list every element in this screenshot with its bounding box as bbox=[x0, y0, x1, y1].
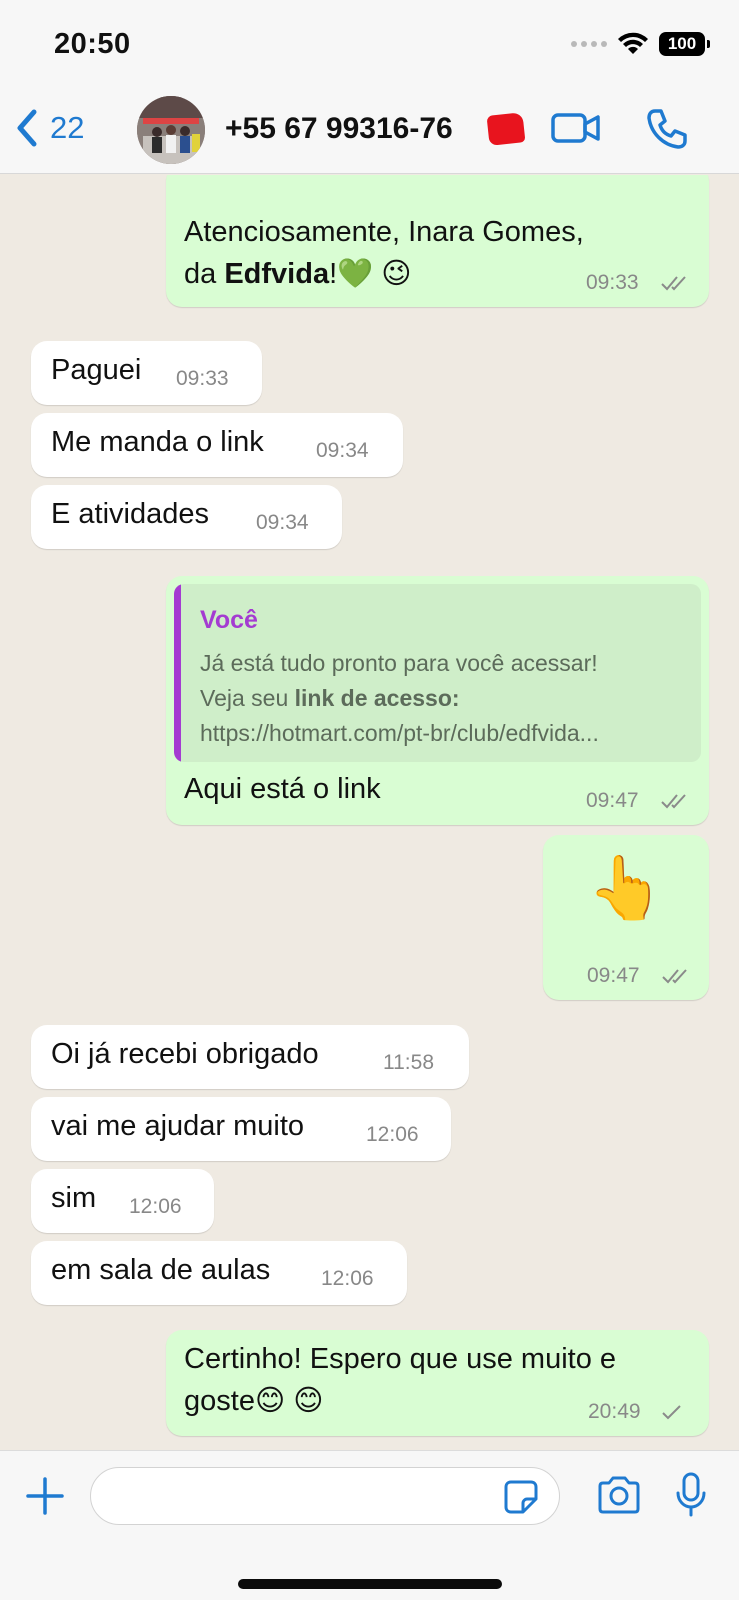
message-outgoing-emoji[interactable]: 👆 09:47 bbox=[543, 835, 709, 1000]
message-incoming[interactable]: em sala de aulas 12:06 bbox=[31, 1241, 407, 1305]
quote-line: Já está tudo pronto para você acessar! bbox=[200, 650, 598, 676]
message-input[interactable] bbox=[90, 1467, 560, 1525]
battery-indicator: 100 bbox=[659, 32, 710, 56]
double-check-icon bbox=[661, 794, 686, 809]
message-text: vai me ajudar muito bbox=[51, 1110, 305, 1142]
message-outgoing[interactable]: Atenciosamente, Inara Gomes, da Edfvida!… bbox=[166, 175, 709, 307]
home-indicator[interactable] bbox=[238, 1579, 502, 1589]
message-time: 09:47 bbox=[586, 789, 639, 812]
message-incoming[interactable]: E atividades 09:34 bbox=[31, 485, 342, 549]
quoted-message[interactable]: Você Já está tudo pronto para você acess… bbox=[174, 584, 701, 762]
message-text: Oi já recebi obrigado bbox=[51, 1038, 319, 1070]
back-button[interactable]: 22 bbox=[14, 108, 84, 148]
back-chevron-icon bbox=[17, 109, 37, 147]
chat-header: 22 +55 67 99316-76 bbox=[0, 90, 739, 174]
chat-area[interactable]: Atenciosamente, Inara Gomes, da Edfvida!… bbox=[0, 175, 739, 1450]
wifi-icon bbox=[618, 32, 648, 54]
message-text: Atenciosamente, Inara Gomes, da Edfvida!… bbox=[184, 211, 584, 295]
double-check-icon bbox=[661, 276, 686, 291]
status-bar: 20:50 100 bbox=[0, 0, 739, 90]
message-incoming[interactable]: Me manda o link 09:34 bbox=[31, 413, 403, 477]
video-call-icon[interactable] bbox=[550, 110, 602, 146]
brand-name: Edfvida bbox=[224, 258, 330, 290]
plus-icon[interactable] bbox=[24, 1475, 66, 1517]
message-text: Me manda o link bbox=[51, 426, 264, 458]
double-check-icon bbox=[662, 969, 687, 984]
camera-icon[interactable] bbox=[596, 1475, 642, 1515]
composer-bar bbox=[0, 1450, 739, 1600]
status-time: 20:50 bbox=[54, 28, 131, 60]
quote-link: https://hotmart.com/pt-br/club/edfvida..… bbox=[200, 720, 599, 746]
message-text-line: da Edfvida!💚 😉 bbox=[184, 258, 412, 290]
microphone-icon[interactable] bbox=[674, 1471, 708, 1519]
message-time: 20:49 bbox=[588, 1400, 641, 1423]
message-time: 09:33 bbox=[176, 367, 229, 390]
message-text: Certinho! Espero que use muito e goste😊 … bbox=[184, 1343, 617, 1417]
message-time: 09:33 bbox=[586, 271, 639, 294]
contact-name[interactable]: +55 67 99316-76 bbox=[225, 112, 453, 146]
message-time: 11:58 bbox=[383, 1051, 434, 1074]
message-outgoing[interactable]: Certinho! Espero que use muito e goste😊 … bbox=[166, 1330, 709, 1436]
quote-line: Veja seu link de acesso: bbox=[200, 685, 460, 711]
sticker-icon[interactable] bbox=[503, 1479, 539, 1515]
unread-count: 22 bbox=[50, 110, 85, 145]
quote-author: Você bbox=[200, 606, 258, 634]
quote-accent-bar bbox=[174, 584, 181, 762]
message-time: 12:06 bbox=[321, 1267, 374, 1290]
message-time: 12:06 bbox=[366, 1123, 419, 1146]
avatar[interactable] bbox=[137, 96, 205, 164]
message-text: sim bbox=[51, 1182, 97, 1214]
message-text: Aqui está o link bbox=[184, 773, 381, 805]
message-incoming[interactable]: Oi já recebi obrigado 11:58 bbox=[31, 1025, 469, 1089]
message-text: em sala de aulas bbox=[51, 1254, 271, 1286]
message-incoming[interactable]: sim 12:06 bbox=[31, 1169, 214, 1233]
message-text: Paguei bbox=[51, 354, 142, 386]
message-incoming[interactable]: vai me ajudar muito 12:06 bbox=[31, 1097, 451, 1161]
message-outgoing-reply[interactable]: Você Já está tudo pronto para você acess… bbox=[166, 576, 709, 825]
emoji-message: 👆 bbox=[587, 854, 665, 923]
status-indicators: 100 bbox=[571, 32, 710, 56]
redaction-mark bbox=[486, 112, 526, 146]
single-check-icon bbox=[662, 1405, 681, 1420]
message-time: 09:34 bbox=[256, 511, 309, 534]
message-text: E atividades bbox=[51, 498, 209, 530]
cellular-signal-icon bbox=[571, 41, 607, 47]
message-incoming[interactable]: Paguei 09:33 bbox=[31, 341, 262, 405]
message-time: 12:06 bbox=[129, 1195, 182, 1218]
message-time: 09:47 bbox=[587, 964, 640, 987]
message-time: 09:34 bbox=[316, 439, 369, 462]
phone-call-icon[interactable] bbox=[646, 108, 688, 150]
